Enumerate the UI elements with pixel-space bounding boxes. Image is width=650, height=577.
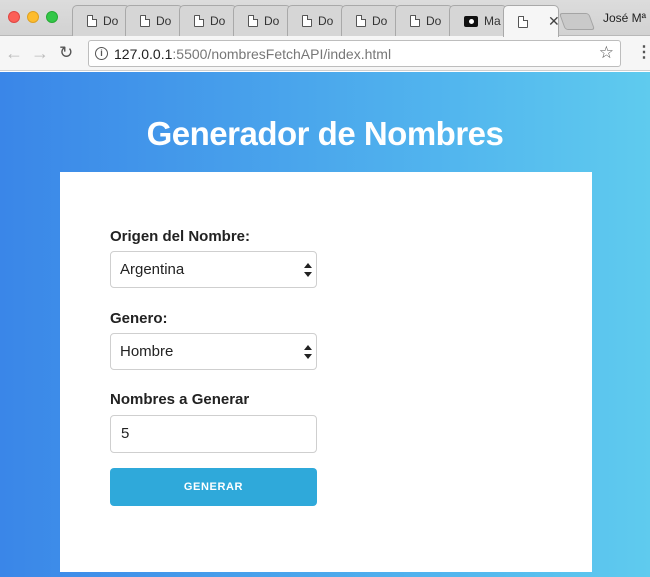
browser-tab[interactable]: Do xyxy=(287,5,345,36)
browser-tab[interactable]: Do xyxy=(341,5,399,36)
page-background: Generador de Nombres Origen del Nombre: … xyxy=(0,72,650,577)
new-tab-button[interactable] xyxy=(558,13,596,30)
close-window-button[interactable] xyxy=(8,11,20,23)
select-arrows-icon xyxy=(304,345,312,359)
browser-tab[interactable]: Do xyxy=(72,5,130,36)
count-label: Nombres a Generar xyxy=(110,391,250,408)
select-arrows-icon xyxy=(304,263,312,277)
browser-tab[interactable]: Ma xyxy=(449,5,507,36)
generate-button[interactable]: GENERAR xyxy=(110,468,317,506)
tab-label: Do xyxy=(210,14,226,28)
page-title: Generador de Nombres xyxy=(146,115,504,152)
bookmark-star-icon[interactable]: ☆ xyxy=(599,43,614,63)
document-icon xyxy=(248,15,258,27)
tab-label: Ma xyxy=(484,14,501,28)
gender-selected-value: Hombre xyxy=(120,343,174,360)
minimize-window-button[interactable] xyxy=(27,11,39,23)
profile-name[interactable]: José Mª xyxy=(603,11,646,25)
document-icon xyxy=(302,15,312,27)
browser-toolbar: ← → ↻ i 127.0.0.1:5500/nombresFetchAPI/i… xyxy=(0,36,650,71)
tab-label: Do xyxy=(103,14,119,28)
reload-icon[interactable]: ↻ xyxy=(59,43,73,63)
document-icon xyxy=(518,15,528,28)
browser-tab[interactable]: Do xyxy=(233,5,291,36)
count-value: 5 xyxy=(121,425,130,442)
tab-label: Do xyxy=(426,14,442,28)
url-host: 127.0.0.1 xyxy=(114,45,173,62)
document-icon xyxy=(410,15,420,27)
gender-label: Genero: xyxy=(110,310,168,327)
camera-icon xyxy=(464,15,478,27)
origin-select[interactable]: Argentina xyxy=(110,251,317,288)
address-bar[interactable]: i 127.0.0.1:5500/nombresFetchAPI/index.h… xyxy=(88,40,621,67)
forward-arrow-icon[interactable]: → xyxy=(31,43,49,63)
zoom-window-button[interactable] xyxy=(46,11,58,23)
back-arrow-icon[interactable]: ← xyxy=(5,43,23,63)
browser-tab[interactable]: Do xyxy=(179,5,237,36)
tab-label: Do xyxy=(372,14,388,28)
gender-select[interactable]: Hombre xyxy=(110,333,317,370)
browser-tab-bar: Do Do Do Do Do Do Do Ma ✕ José Mª xyxy=(0,0,650,37)
info-icon[interactable]: i xyxy=(95,47,108,60)
url-path: :5500/nombresFetchAPI/index.html xyxy=(172,45,392,62)
tab-label: Do xyxy=(318,14,334,28)
document-icon xyxy=(87,15,97,27)
browser-tab-active[interactable]: ✕ xyxy=(503,5,559,37)
close-tab-icon[interactable]: ✕ xyxy=(548,13,558,30)
document-icon xyxy=(140,15,150,27)
tab-label: Do xyxy=(264,14,280,28)
origin-selected-value: Argentina xyxy=(120,261,185,278)
document-icon xyxy=(194,15,204,27)
tab-label: Do xyxy=(156,14,172,28)
document-icon xyxy=(356,15,366,27)
count-input[interactable]: 5 xyxy=(110,415,317,453)
form-card: Origen del Nombre: Argentina Genero: Hom… xyxy=(60,172,592,572)
origin-label: Origen del Nombre: xyxy=(110,228,251,245)
browser-tab[interactable]: Do xyxy=(125,5,183,36)
browser-tab[interactable]: Do xyxy=(395,5,453,36)
menu-dots-icon[interactable]: ⋮ xyxy=(636,44,650,62)
